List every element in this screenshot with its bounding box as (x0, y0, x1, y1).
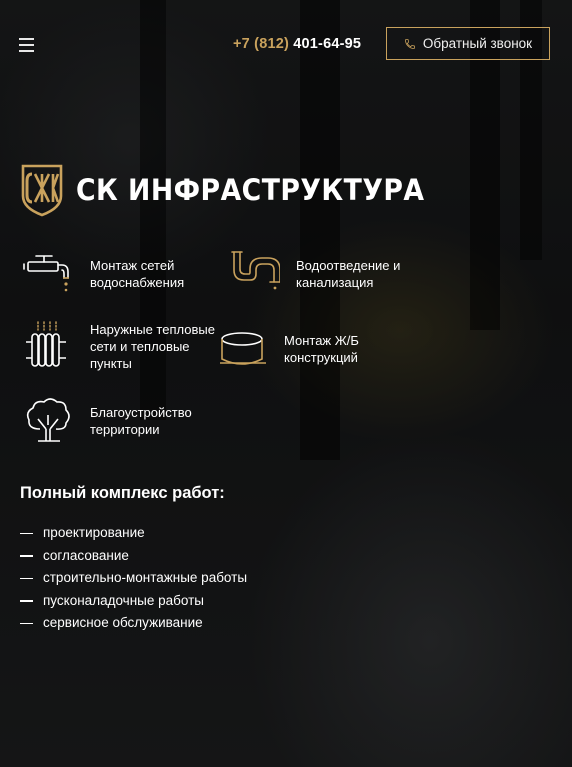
service-label: Монтаж сетей водоснабжения (90, 258, 185, 290)
service-concrete-structures[interactable]: Монтаж Ж/Б конструкций (218, 323, 424, 375)
hamburger-menu-icon[interactable] (19, 37, 35, 53)
list-item: сервисное обслуживание (20, 612, 247, 635)
phone-number-link[interactable]: +7 (812) 401-64-95 (233, 36, 361, 52)
callback-label: Обратный звонок (422, 36, 533, 51)
list-item: строительно-монтажные работы (20, 567, 247, 590)
service-label: Наружные тепловые сети и тепловые пункты (90, 321, 215, 371)
ski-monogram-logo-icon (21, 164, 63, 217)
list-item: пусконаладочные работы (20, 590, 247, 613)
brand-logo[interactable]: СК ИНФРАСТРУКТУРА (20, 162, 455, 218)
service-water-supply[interactable]: Монтаж сетей водоснабжения (22, 248, 230, 300)
service-drainage[interactable]: Водоотведение и канализация (228, 248, 436, 300)
service-label: Монтаж Ж/Б конструкций (284, 333, 359, 365)
callback-button[interactable]: Обратный звонок (386, 27, 550, 60)
service-heating-networks[interactable]: Наружные тепловые сети и тепловые пункты (22, 320, 230, 372)
concrete-ring-icon (220, 332, 266, 365)
service-landscaping[interactable]: Благоустройство территории (22, 395, 230, 447)
radiator-icon (26, 321, 66, 367)
phone-code: +7 (812) (233, 36, 290, 52)
brand-name: СК ИНФРАСТРУКТУРА (76, 173, 425, 207)
background-photo (0, 0, 572, 767)
list-item: проектирование (20, 522, 247, 545)
service-label: Водоотведение и канализация (296, 258, 401, 290)
works-title: Полный комплекс работ: (20, 484, 225, 502)
service-label: Благоустройство территории (90, 405, 192, 437)
faucet-icon (23, 255, 69, 292)
list-item: согласование (20, 545, 247, 568)
tree-icon (26, 398, 70, 442)
phone-icon (405, 38, 415, 49)
phone-digits: 401-64-95 (293, 36, 362, 52)
drain-pipe-icon (231, 251, 280, 290)
works-list: проектирование согласование строительно-… (20, 522, 247, 635)
